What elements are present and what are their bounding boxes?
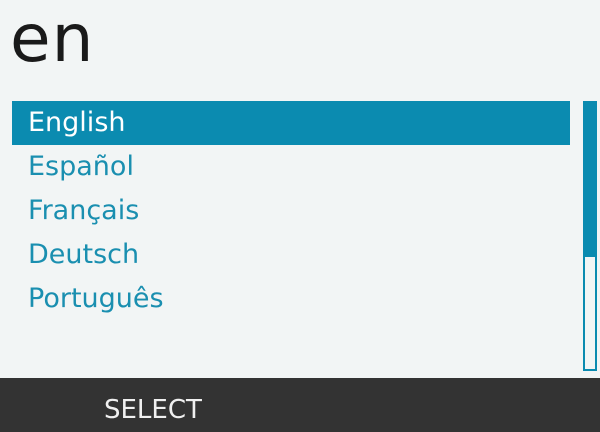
list-item-deutsch[interactable]: Deutsch <box>12 233 570 277</box>
language-code-title: en <box>10 0 95 77</box>
language-list: English Español Français Deutsch Portugu… <box>12 101 570 371</box>
list-item-label: English <box>28 107 126 138</box>
language-select-screen: en English Español Français Deutsch Port… <box>0 0 600 432</box>
list-item-label: Português <box>28 283 164 314</box>
list-item-label: Español <box>28 151 134 182</box>
select-softkey-button[interactable]: SELECT <box>104 378 202 432</box>
scrollbar[interactable] <box>583 101 597 371</box>
list-item-english[interactable]: English <box>12 101 570 145</box>
list-item-espanol[interactable]: Español <box>12 145 570 189</box>
scrollbar-thumb[interactable] <box>585 103 595 258</box>
list-item-label: Français <box>28 195 140 226</box>
list-item-portugues[interactable]: Português <box>12 277 570 321</box>
list-item-label: Deutsch <box>28 239 140 270</box>
list-item-francais[interactable]: Français <box>12 189 570 233</box>
softkey-bar: SELECT <box>0 378 600 432</box>
